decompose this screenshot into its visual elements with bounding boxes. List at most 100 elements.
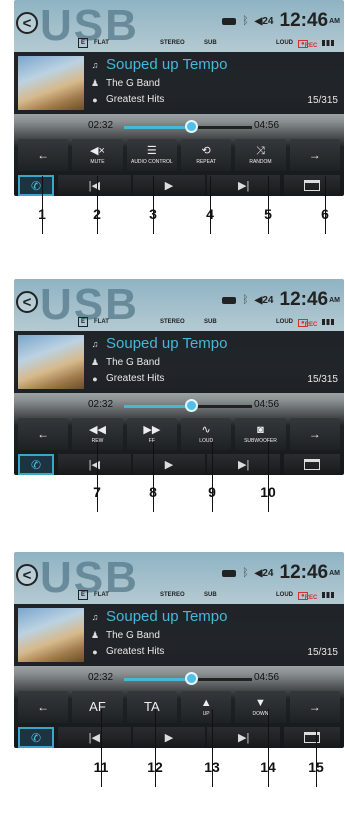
play-button[interactable]: ▶ [132,727,206,748]
progress-knob[interactable] [184,399,198,412]
ta-button[interactable]: TA [126,691,177,723]
folder-button[interactable] [284,175,340,196]
callout-leader-line [268,176,269,234]
play-button[interactable]: ▶ [132,175,206,196]
album-art [18,335,84,389]
prev-page-button[interactable]: ← [18,139,69,171]
repeat-button[interactable]: ⟲ REPEAT [180,139,232,171]
callout-leader-line [153,442,154,512]
track-title-row: ♫ Souped up Tempo [90,335,228,352]
clock: 12:46 [279,562,329,583]
back-button[interactable]: < [16,291,38,313]
play-icon: ▶ [164,180,174,192]
ff-button[interactable]: ▶▶ FF [126,418,177,450]
indicator-bar: E FLAT STEREO SUB LOUD ● REC [78,317,340,329]
eq-flat-label: FLAT [94,319,109,325]
previous-track-button[interactable]: |◀ [58,175,131,196]
next-page-button[interactable]: → [289,418,340,450]
loud-button[interactable]: ∿ LOUD [180,418,232,450]
album-row: ● Greatest Hits [90,646,164,657]
audio-control-button[interactable]: ☰ AUDIO CONTROL [126,139,177,171]
eq-icon: E [78,590,88,600]
phone-button[interactable]: ✆ [18,727,54,748]
prev-page-button[interactable]: ← [18,691,69,723]
down-button[interactable]: ▼ DOWN [235,691,286,723]
album-row: ● Greatest Hits [90,94,164,105]
artist-row: ♟ The G Band [90,78,160,89]
next-page-button[interactable]: → [289,139,340,171]
battery-icon [222,17,237,25]
play-button[interactable]: ▶ [132,454,206,475]
skip-next-icon: ▶| [238,732,250,744]
back-button[interactable]: < [16,12,38,34]
prev-page-button[interactable]: ← [18,418,69,450]
volume-level: ◀24 [254,567,274,579]
usb-screen-2: < USB ᛒ ◀24 12:46 AM E FLAT STEREO SUB L… [14,279,344,475]
previous-track-button[interactable]: |◀ [58,454,131,475]
track-counter: 15/315 [307,647,338,658]
signal-icon [322,319,334,325]
rec-badge: ● REC [298,40,317,49]
elapsed-time: 02:32 [88,120,114,131]
callout-number: 12 [147,759,163,775]
callout-number: 15 [308,759,324,775]
usb-screen-3: < USB ᛒ ◀24 12:46 AM E FLAT STEREO SUB L… [14,552,344,748]
sub-label: SUB [204,592,217,598]
bluetooth-icon: ᛒ [242,567,249,579]
random-button[interactable]: ⤨ RANDOM [235,139,286,171]
callout-number: 3 [149,206,157,222]
ta-label: TA [143,699,160,714]
eq-icon: E [78,38,88,48]
phone-icon: ✆ [30,730,42,745]
music-note-icon: ♫ [91,59,99,70]
phone-button[interactable]: ✆ [18,175,54,196]
callout-leader-line [210,176,211,234]
callout-number: 5 [264,206,272,222]
callout-leader-line [42,176,43,234]
arrow-left-icon: ← [37,700,50,714]
loud-label: LOUD [276,319,293,325]
callout-leader-line [268,442,269,512]
progress-bar: 02:32 04:56 [14,668,344,688]
album-art [18,608,84,662]
stereo-label: STEREO [160,40,185,46]
clock-ampm: AM [329,17,340,25]
sliders-icon: ☰ [146,145,157,157]
up-button[interactable]: ▲ UP [180,691,232,723]
next-track-button[interactable]: ▶| [207,175,281,196]
folder-button[interactable] [284,454,340,475]
af-button[interactable]: AF [72,691,123,723]
bluetooth-icon: ᛒ [242,294,249,306]
now-playing-card: ♫ Souped up Tempo ♟ The G Band ● Greates… [14,52,344,114]
callout-number: 4 [206,206,214,222]
artist-row: ♟ The G Band [90,357,160,368]
back-button[interactable]: < [16,564,38,586]
elapsed-time: 02:32 [88,672,114,683]
now-playing-card: ♫ Souped up Tempo ♟ The G Band ● Greates… [14,331,344,393]
battery-icon [222,296,237,304]
folder-button[interactable] [284,727,340,748]
callout-leader-line [153,176,154,234]
progress-knob[interactable] [184,672,198,685]
callout-number: 7 [93,484,101,500]
artist-icon: ♟ [90,78,100,88]
rec-badge: ● REC [298,319,317,328]
callout-leader-line [97,176,98,234]
next-page-button[interactable]: → [289,691,340,723]
shuffle-icon: ⤨ [256,145,265,157]
clock: 12:46 [279,10,329,31]
transport-controls: |◀ ▶ ▶| [58,454,281,475]
subwoofer-button[interactable]: ◙ SUBWOOFER [235,418,286,450]
phone-icon: ✆ [30,457,42,472]
next-track-button[interactable]: ▶| [207,454,281,475]
next-track-button[interactable]: ▶| [207,727,281,748]
mute-label: MUTE [90,159,105,165]
callout-number: 14 [260,759,276,775]
loud-label: LOUD [199,438,214,444]
mute-button[interactable]: ◀× MUTE [72,139,123,171]
previous-track-button[interactable]: |◀ [58,727,131,748]
progress-knob[interactable] [184,120,198,133]
play-icon: ▶ [164,732,174,744]
callout-number: 8 [149,484,157,500]
phone-button[interactable]: ✆ [18,454,54,475]
